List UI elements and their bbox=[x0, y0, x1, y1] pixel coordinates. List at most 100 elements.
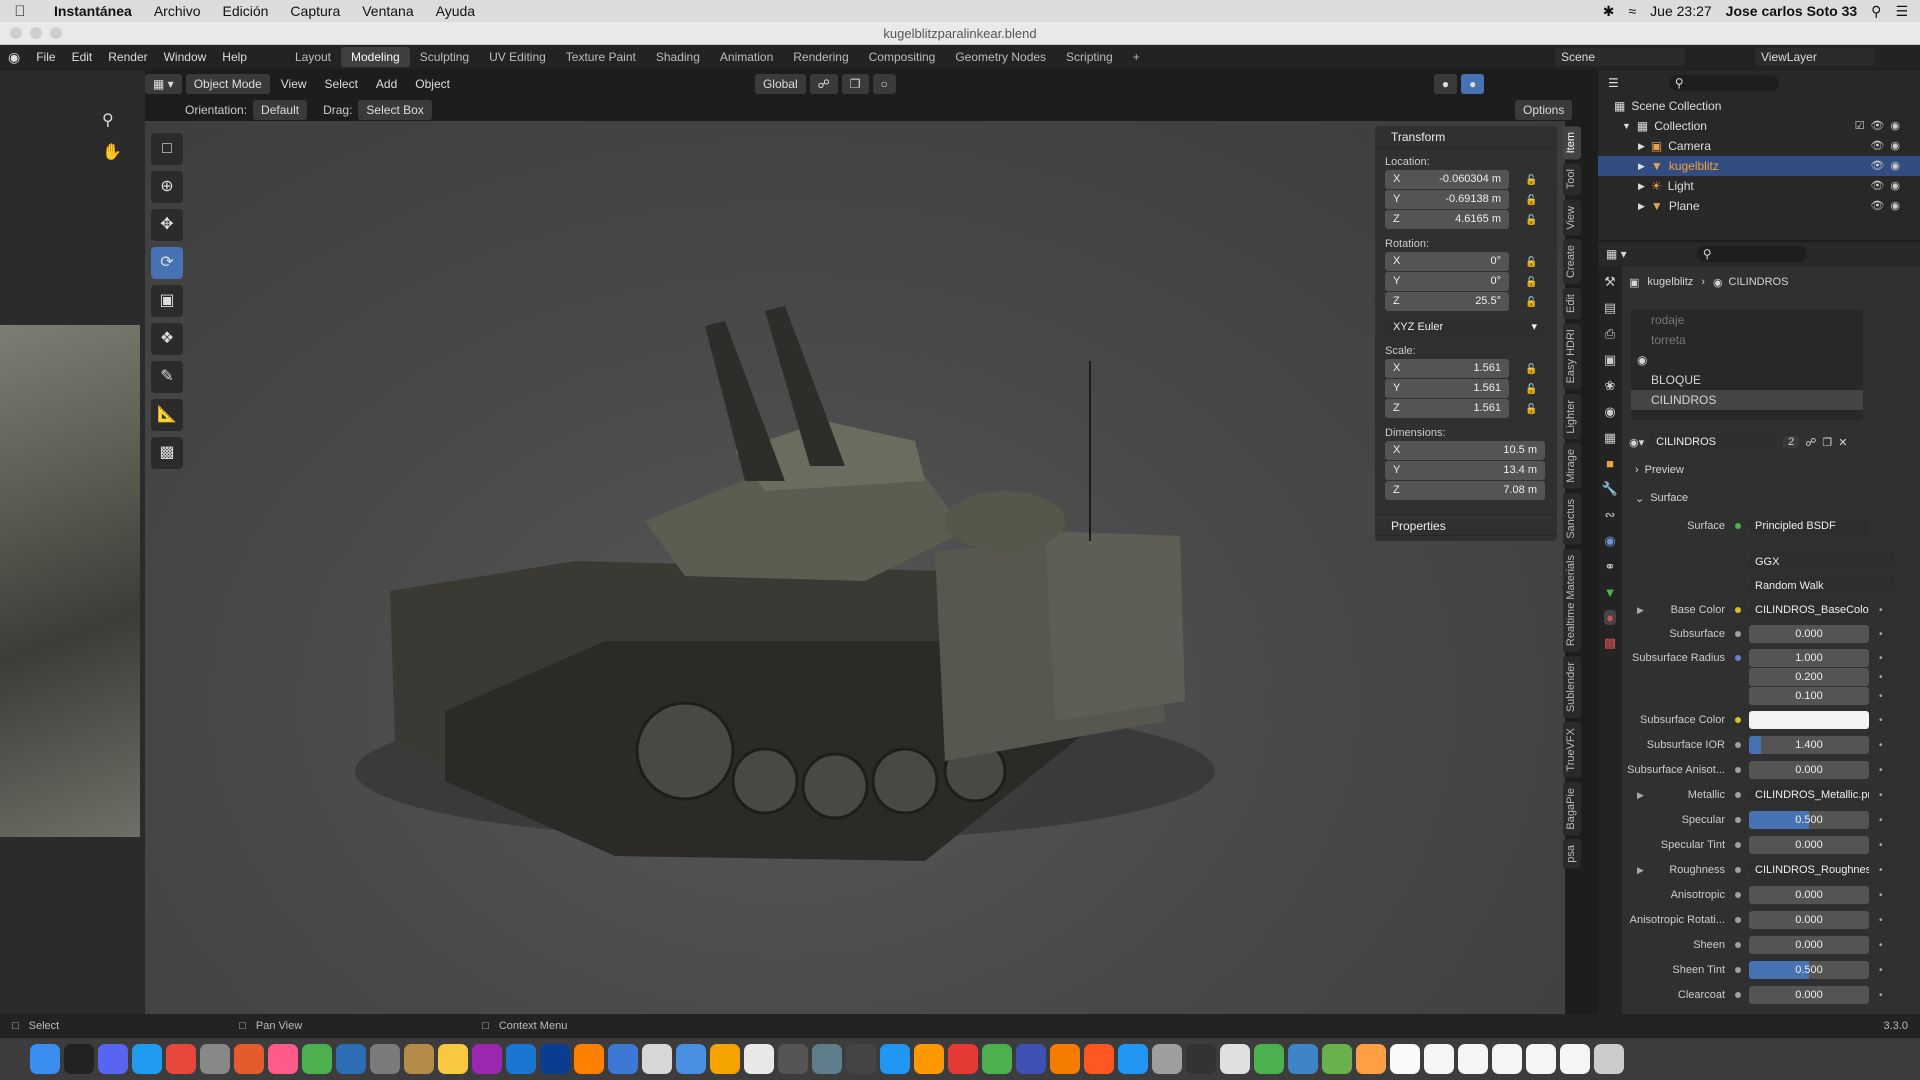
tab-psa[interactable]: psa bbox=[1563, 839, 1581, 869]
dock-app-icon[interactable] bbox=[574, 1044, 604, 1074]
bsdf-value-field[interactable]: 0.000 bbox=[1749, 986, 1869, 1004]
bsdf-value-field[interactable]: CILINDROS_Metallic.png bbox=[1749, 786, 1869, 804]
dock-app-icon[interactable] bbox=[166, 1044, 196, 1074]
world-tab-icon[interactable]: ◉ bbox=[1604, 404, 1615, 420]
lock-icon[interactable]: 🔓 bbox=[1525, 384, 1537, 395]
outliner-scene-collection[interactable]: ▦ Scene Collection bbox=[1598, 96, 1920, 116]
tab-mirage[interactable]: Mirage bbox=[1563, 443, 1581, 489]
rotation-mode-dropdown[interactable]: XYZ Euler ▾ bbox=[1385, 318, 1545, 337]
wifi-icon[interactable]: ≈ bbox=[1628, 3, 1636, 19]
menu-archivo[interactable]: Archivo bbox=[143, 3, 212, 19]
tab-sanctus[interactable]: Sanctus bbox=[1563, 492, 1581, 545]
keyframe-dot-icon[interactable]: • bbox=[1879, 865, 1883, 876]
material-slot[interactable]: ◉ bbox=[1631, 350, 1863, 370]
outliner-item-kugelblitz[interactable]: ▶ ▼ kugelblitz 👁◉ bbox=[1598, 156, 1920, 176]
socket-dot[interactable] bbox=[1735, 631, 1741, 637]
bsdf-value-field[interactable]: 0.000 bbox=[1749, 911, 1869, 929]
zoom-icon[interactable]: ⚲ bbox=[102, 110, 122, 130]
keyframe-dot-icon[interactable]: • bbox=[1879, 890, 1883, 901]
keyframe-dot-icon[interactable]: • bbox=[1879, 715, 1883, 726]
app-name[interactable]: Instantánea bbox=[40, 3, 143, 19]
rotate-tool[interactable]: ⟳ bbox=[151, 247, 183, 279]
surface-shader-field[interactable]: Principled BSDF bbox=[1749, 517, 1869, 535]
dock-app-icon[interactable] bbox=[1254, 1044, 1284, 1074]
collection-tab-icon[interactable]: ▦ bbox=[1604, 430, 1616, 446]
socket-dot[interactable] bbox=[1735, 817, 1741, 823]
dock-app-icon[interactable] bbox=[948, 1044, 978, 1074]
bsdf-value-field[interactable]: 0.100 bbox=[1749, 687, 1869, 705]
material-slot[interactable]: BLOQUE bbox=[1631, 370, 1863, 390]
proportional-edit-toggle[interactable]: ○ bbox=[872, 74, 896, 94]
menu-edicion[interactable]: Edición bbox=[212, 3, 280, 19]
lock-icon[interactable]: 🔓 bbox=[1525, 195, 1537, 206]
chevron-right-icon[interactable]: ▶ bbox=[1638, 156, 1645, 176]
tab-realtime-materials[interactable]: Realtime Materials bbox=[1563, 548, 1581, 652]
user-name[interactable]: Jose carlos Soto 33 bbox=[1726, 3, 1858, 19]
dock-app-icon[interactable] bbox=[812, 1044, 842, 1074]
scale-z-field[interactable]: Z 1.561 bbox=[1385, 399, 1509, 418]
keyframe-dot-icon[interactable]: • bbox=[1879, 653, 1883, 664]
render-tab-icon[interactable]: ▤ bbox=[1604, 300, 1616, 316]
lock-icon[interactable]: 🔓 bbox=[1525, 277, 1537, 288]
socket-dot[interactable] bbox=[1735, 655, 1741, 661]
dock-app-icon[interactable] bbox=[1560, 1044, 1590, 1074]
editor-type-dropdown[interactable]: ▦ ▾ bbox=[1606, 247, 1627, 261]
surface-section[interactable]: ⌄ Surface bbox=[1625, 488, 1917, 508]
tab-layout[interactable]: Layout bbox=[285, 47, 341, 67]
blender-logo-icon[interactable]: ◉ bbox=[0, 49, 28, 66]
dock-app-icon[interactable] bbox=[1118, 1044, 1148, 1074]
tab-rendering[interactable]: Rendering bbox=[783, 47, 858, 67]
menu-render[interactable]: Render bbox=[100, 50, 155, 64]
material-slot[interactable]: torreta bbox=[1631, 330, 1863, 350]
bsdf-value-field[interactable]: CILINDROS_Roughness... bbox=[1749, 861, 1869, 879]
dimensions-y-field[interactable]: Y 13.4 m bbox=[1385, 461, 1545, 480]
data-tab-icon[interactable]: ▼ bbox=[1604, 585, 1617, 600]
expand-arrow-icon[interactable]: ▶ bbox=[1637, 790, 1644, 801]
bsdf-value-field[interactable]: 0.000 bbox=[1749, 836, 1869, 854]
scale-tool[interactable]: ▣ bbox=[151, 285, 183, 317]
dock-app-icon[interactable] bbox=[64, 1044, 94, 1074]
socket-dot[interactable] bbox=[1735, 917, 1741, 923]
tab-modeling[interactable]: Modeling bbox=[341, 47, 410, 67]
dock-app-icon[interactable] bbox=[880, 1044, 910, 1074]
outliner-item-camera[interactable]: ▶ ▣ Camera 👁◉ bbox=[1598, 136, 1920, 156]
dock-app-icon[interactable] bbox=[404, 1044, 434, 1074]
drag-dropdown[interactable]: Select Box bbox=[358, 100, 432, 120]
dock-app-icon[interactable] bbox=[608, 1044, 638, 1074]
transform-tool[interactable]: ❖ bbox=[151, 323, 183, 355]
menu-edit[interactable]: Edit bbox=[64, 50, 101, 64]
properties-section-title[interactable]: Properties bbox=[1375, 514, 1557, 536]
move-tool[interactable]: ✥ bbox=[151, 209, 183, 241]
socket-dot[interactable] bbox=[1735, 867, 1741, 873]
dock-app-icon[interactable] bbox=[1594, 1044, 1624, 1074]
view-layer-tab-icon[interactable]: ▣ bbox=[1604, 352, 1616, 368]
keyframe-dot-icon[interactable]: • bbox=[1879, 765, 1883, 776]
dock-app-icon[interactable] bbox=[1288, 1044, 1318, 1074]
keyframe-dot-icon[interactable]: • bbox=[1879, 915, 1883, 926]
dock-app-icon[interactable] bbox=[982, 1044, 1012, 1074]
outliner-filter-icon[interactable]: ☰ bbox=[1608, 73, 1619, 93]
outliner-search-field[interactable]: ⚲ bbox=[1668, 75, 1779, 91]
control-center-icon[interactable]: ☰ bbox=[1895, 3, 1908, 20]
menu-view[interactable]: View bbox=[274, 74, 314, 94]
bsdf-value-field[interactable]: 1.000 bbox=[1749, 649, 1869, 667]
tab-create[interactable]: Create bbox=[1563, 239, 1581, 285]
dock-app-icon[interactable] bbox=[1220, 1044, 1250, 1074]
keyframe-dot-icon[interactable]: • bbox=[1879, 840, 1883, 851]
subsurface-method-dropdown[interactable]: Random Walk bbox=[1749, 577, 1894, 595]
tab-easy-hdri[interactable]: Easy HDRI bbox=[1563, 323, 1581, 390]
material-slot-list[interactable]: rodaje torreta ◉ BLOQUE CILINDROS bbox=[1631, 310, 1863, 420]
zoom-window-button[interactable] bbox=[50, 27, 62, 39]
tab-truevfx[interactable]: TrueVFX bbox=[1563, 721, 1581, 778]
bsdf-value-field[interactable]: CILINDROS_BaseColor... bbox=[1749, 601, 1869, 619]
tab-animation[interactable]: Animation bbox=[710, 47, 783, 67]
dock-app-icon[interactable] bbox=[1084, 1044, 1114, 1074]
material-slot[interactable]: rodaje bbox=[1631, 310, 1863, 330]
add-cube-tool[interactable]: ▩ bbox=[151, 437, 183, 469]
rotation-x-field[interactable]: X 0° bbox=[1385, 252, 1509, 271]
outliner-collection[interactable]: ▼ ▦ Collection ☑👁◉ bbox=[1598, 116, 1920, 136]
keyframe-dot-icon[interactable]: • bbox=[1879, 605, 1883, 616]
dock-app-icon[interactable] bbox=[1424, 1044, 1454, 1074]
tab-scripting[interactable]: Scripting bbox=[1056, 47, 1123, 67]
dock-app-icon[interactable] bbox=[30, 1044, 60, 1074]
